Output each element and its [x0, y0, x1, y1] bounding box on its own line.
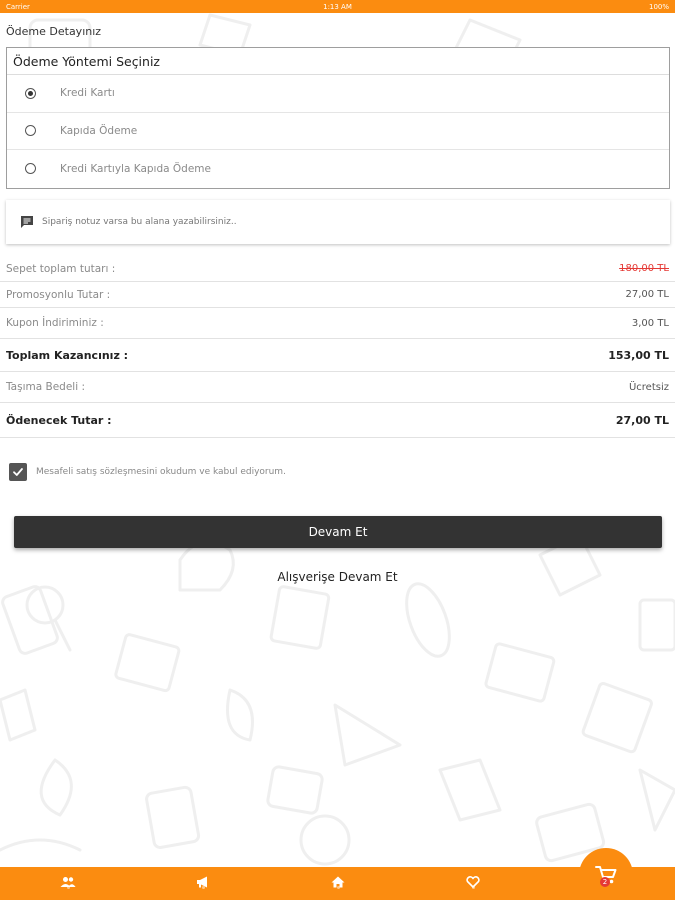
payment-method-label: Kredi Kartı	[60, 87, 115, 100]
summary-label: Taşıma Bedeli :	[6, 381, 85, 393]
payment-details-title: Ödeme Detayınız	[6, 25, 102, 38]
checkmark-icon	[13, 468, 23, 476]
summary-row-coupon-discount: Kupon İndiriminiz : 3,00 TL	[0, 308, 675, 339]
order-summary: Sepet toplam tutarı : 180,00 TL Promosyo…	[0, 256, 675, 438]
payment-method-box: Ödeme Yöntemi Seçiniz Kredi Kartı Kapıda…	[6, 47, 670, 189]
summary-row-amount-due: Ödenecek Tutar : 27,00 TL	[0, 403, 675, 438]
summary-label: Toplam Kazancınız :	[6, 348, 129, 362]
agreement-checkbox[interactable]	[9, 463, 27, 481]
tab-home[interactable]	[329, 873, 347, 891]
payment-method-label: Kredi Kartıyla Kapıda Ödeme	[60, 162, 211, 175]
summary-row-total-savings: Toplam Kazancınız : 153,00 TL	[0, 339, 675, 372]
bottom-tab-bar	[0, 867, 675, 900]
summary-row-promo-total: Promosyonlu Tutar : 27,00 TL	[0, 282, 675, 308]
payment-method-card-on-delivery[interactable]: Kredi Kartıyla Kapıda Ödeme	[7, 150, 669, 188]
payment-method-cash-on-delivery[interactable]: Kapıda Ödeme	[7, 113, 669, 150]
continue-button[interactable]: Devam Et	[14, 516, 662, 548]
agreement-row: Mesafeli satış sözleşmesini okudum ve ka…	[0, 446, 675, 498]
summary-value: 153,00 TL	[608, 348, 669, 362]
summary-label: Ödenecek Tutar :	[6, 413, 112, 427]
summary-label: Sepet toplam tutarı :	[6, 262, 116, 275]
cart-count-badge: 2	[600, 877, 610, 887]
summary-value: 27,00 TL	[625, 289, 670, 300]
payment-method-title: Ödeme Yöntemi Seçiniz	[7, 48, 669, 75]
summary-value: Ücretsiz	[628, 381, 669, 393]
tab-campaigns[interactable]	[194, 873, 212, 891]
status-bar: Carrier 1:13 AM 100%	[0, 0, 675, 13]
summary-row-basket-total: Sepet toplam tutarı : 180,00 TL	[0, 256, 675, 282]
continue-shopping-link[interactable]: Alışverişe Devam Et	[0, 570, 675, 584]
agreement-text: Mesafeli satış sözleşmesini okudum ve ka…	[36, 467, 286, 477]
summary-value-strikethrough: 180,00 TL	[619, 263, 669, 274]
radio-unselected-icon[interactable]	[25, 163, 36, 175]
order-note-field[interactable]: Sipariş notuz varsa bu alana yazabilirsi…	[6, 200, 670, 244]
comment-icon	[21, 216, 33, 228]
summary-label: Kupon İndiriminiz :	[6, 317, 104, 329]
radio-selected-icon[interactable]	[25, 87, 36, 99]
status-time: 1:13 AM	[323, 2, 352, 11]
payment-method-credit-card[interactable]: Kredi Kartı	[7, 75, 669, 113]
payment-method-label: Kapıda Ödeme	[60, 124, 138, 137]
summary-row-shipping-fee: Taşıma Bedeli : Ücretsiz	[0, 372, 675, 403]
cart-button[interactable]: 2	[579, 848, 633, 900]
order-note-placeholder: Sipariş notuz varsa bu alana yazabilirsi…	[42, 217, 237, 227]
tab-favorites[interactable]	[464, 873, 482, 891]
summary-value: 3,00 TL	[631, 317, 669, 329]
summary-label: Promosyonlu Tutar :	[6, 288, 111, 301]
summary-value: 27,00 TL	[615, 413, 669, 427]
radio-unselected-icon[interactable]	[25, 125, 36, 137]
tab-people[interactable]	[59, 873, 77, 891]
